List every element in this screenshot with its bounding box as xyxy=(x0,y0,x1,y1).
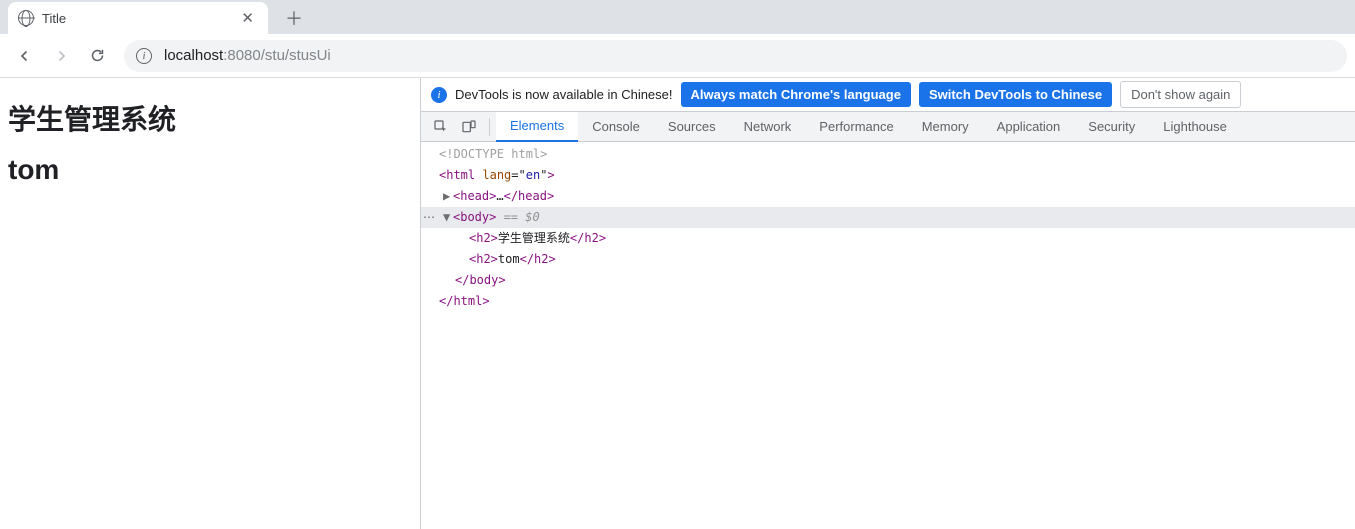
devtools-panel: i DevTools is now available in Chinese! … xyxy=(420,78,1355,529)
tab-sources[interactable]: Sources xyxy=(654,112,730,142)
page-heading-1: 学生管理系统 xyxy=(8,98,412,138)
dom-tree[interactable]: <!DOCTYPE html> <html lang="en"> ▶<head>… xyxy=(421,142,1355,529)
url-port: :8080 xyxy=(223,47,261,64)
page-heading-2: tom xyxy=(8,154,412,186)
dom-node-body-close[interactable]: </body> xyxy=(421,270,1355,291)
browser-toolbar: i localhost:8080/stu/stusUi xyxy=(0,34,1355,78)
new-tab-button[interactable]: ＋ xyxy=(280,4,308,32)
browser-tab[interactable]: Title ✕ xyxy=(8,2,268,34)
address-bar[interactable]: i localhost:8080/stu/stusUi xyxy=(124,40,1347,72)
inspect-element-button[interactable] xyxy=(427,114,455,140)
dom-node-h2-2[interactable]: <h2>tom</h2> xyxy=(421,249,1355,270)
rendered-page: 学生管理系统 tom xyxy=(0,78,420,529)
infobar-message: DevTools is now available in Chinese! xyxy=(455,87,673,102)
dom-node-h2-1[interactable]: <h2>学生管理系统</h2> xyxy=(421,228,1355,249)
devtools-tab-bar: Elements Console Sources Network Perform… xyxy=(421,112,1355,142)
tab-application[interactable]: Application xyxy=(983,112,1075,142)
site-info-icon[interactable]: i xyxy=(136,48,152,64)
globe-icon xyxy=(18,10,34,26)
tab-lighthouse[interactable]: Lighthouse xyxy=(1149,112,1241,142)
url-path: /stu/stusUi xyxy=(261,47,331,64)
tab-console[interactable]: Console xyxy=(578,112,654,142)
tab-security[interactable]: Security xyxy=(1074,112,1149,142)
switch-language-button[interactable]: Switch DevTools to Chinese xyxy=(919,82,1112,107)
tab-performance[interactable]: Performance xyxy=(805,112,907,142)
close-tab-icon[interactable]: ✕ xyxy=(237,5,258,31)
forward-button[interactable] xyxy=(44,39,78,73)
dom-node-body-open[interactable]: ▼<body> == $0 xyxy=(421,207,1355,228)
dom-node-html-close[interactable]: </html> xyxy=(421,291,1355,312)
back-button[interactable] xyxy=(8,39,42,73)
separator xyxy=(489,118,490,136)
tab-memory[interactable]: Memory xyxy=(908,112,983,142)
tab-elements[interactable]: Elements xyxy=(496,112,578,142)
tab-title: Title xyxy=(42,11,237,26)
dom-node-doctype[interactable]: <!DOCTYPE html> xyxy=(421,144,1355,165)
expand-arrow-icon[interactable]: ▶ xyxy=(443,186,453,207)
dom-node-head[interactable]: ▶<head>…</head> xyxy=(421,186,1355,207)
devtools-infobar: i DevTools is now available in Chinese! … xyxy=(421,78,1355,112)
browser-tab-strip: Title ✕ ＋ xyxy=(0,0,1355,34)
collapse-arrow-icon[interactable]: ▼ xyxy=(443,207,453,228)
device-toolbar-button[interactable] xyxy=(455,114,483,140)
dismiss-infobar-button[interactable]: Don't show again xyxy=(1120,81,1241,108)
match-language-button[interactable]: Always match Chrome's language xyxy=(681,82,911,107)
reload-button[interactable] xyxy=(80,39,114,73)
dom-node-html-open[interactable]: <html lang="en"> xyxy=(421,165,1355,186)
info-icon: i xyxy=(431,87,447,103)
url-host: localhost xyxy=(164,47,223,64)
tab-network[interactable]: Network xyxy=(730,112,806,142)
content-area: 学生管理系统 tom i DevTools is now available i… xyxy=(0,78,1355,529)
